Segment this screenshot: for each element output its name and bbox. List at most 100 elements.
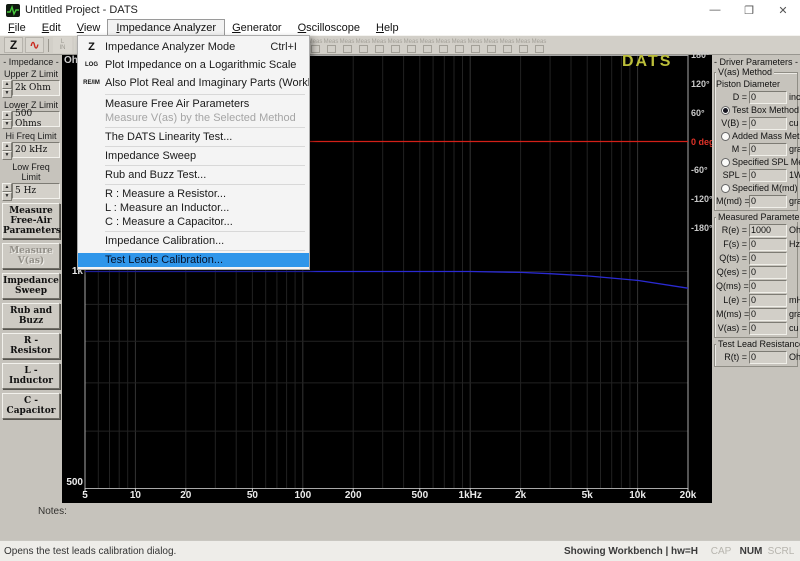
spin-up-icon[interactable]: ▲ xyxy=(2,111,12,120)
meas-button: Meas xyxy=(435,38,451,54)
driver-parameters-header: - Driver Parameters - xyxy=(714,57,798,67)
upper-z-limit-value[interactable]: 2k Ohm xyxy=(12,80,60,96)
x-tick-label: 1kHz xyxy=(459,490,482,501)
radio-icon[interactable] xyxy=(721,184,730,193)
qms-row: Q(ms) = 0 xyxy=(716,279,796,293)
specified-mmd-option[interactable]: Specified M(md) xyxy=(716,182,796,194)
impedance-analyzer-menu: Z Impedance Analyzer Mode Ctrl+I LOG Plo… xyxy=(77,35,310,270)
menu-item-linearity-test[interactable]: The DATS Linearity Test... xyxy=(78,130,309,144)
upper-z-limit-control: Upper Z Limit ▲▼ 2k Ohm xyxy=(2,69,60,96)
minimize-button[interactable]: — xyxy=(698,0,732,20)
spl-field[interactable]: 0 xyxy=(749,169,787,182)
lower-z-limit-control: Lower Z Limit ▲▼ 500 Ohms xyxy=(2,100,60,127)
left-input-button: L IN xyxy=(53,37,72,53)
menu-item-impedance-sweep[interactable]: Impedance Sweep xyxy=(78,149,309,163)
mms-row: M(ms) = 0 grams xyxy=(716,307,796,321)
menu-item-measure-capacitor[interactable]: C : Measure a Capacitor... xyxy=(78,215,309,229)
menu-edit[interactable]: Edit xyxy=(34,20,69,35)
impedance-sweep-button[interactable]: Impedance Sweep xyxy=(2,273,60,299)
menu-view[interactable]: View xyxy=(69,20,109,35)
menu-item-plot-log-scale[interactable]: LOG Plot Impedance on a Logarithmic Scal… xyxy=(78,56,309,74)
vas-field[interactable]: 0 xyxy=(749,322,787,335)
x-tick-label: 10 xyxy=(130,490,141,501)
piston-diameter-field[interactable]: 0 xyxy=(749,91,787,104)
spin-down-icon[interactable]: ▼ xyxy=(2,89,12,98)
qms-field[interactable]: 0 xyxy=(749,280,787,293)
title-bar: Untitled Project - DATS — ❐ ✕ xyxy=(0,0,800,20)
menu-item-measure-resistor[interactable]: R : Measure a Resistor... xyxy=(78,187,309,201)
test-box-method-option[interactable]: Test Box Method xyxy=(716,104,796,116)
radio-icon[interactable] xyxy=(721,158,730,167)
menu-impedance-analyzer[interactable]: Impedance Analyzer xyxy=(108,20,224,35)
menu-file[interactable]: File xyxy=(0,20,34,35)
le-field[interactable]: 0 xyxy=(749,294,787,307)
menu-item-plot-real-imaginary[interactable]: RE/IM Also Plot Real and Imaginary Parts… xyxy=(78,74,309,92)
qts-row: Q(ts) = 0 xyxy=(716,251,796,265)
menu-separator xyxy=(105,127,305,128)
mmd-field[interactable]: 0 xyxy=(749,195,787,208)
resistor-button[interactable]: R - Resistor xyxy=(2,333,60,359)
spin-down-icon[interactable]: ▼ xyxy=(2,151,12,160)
workbench-status: Showing Workbench | hw=H xyxy=(564,546,698,557)
x-tick-label: 100 xyxy=(294,490,311,501)
menu-item-test-leads-calibration[interactable]: Test Leads Calibration... xyxy=(78,253,309,267)
hi-freq-limit-value[interactable]: 20 kHz xyxy=(12,142,60,158)
re-field[interactable]: 1000 xyxy=(749,224,787,237)
spin-up-icon[interactable]: ▲ xyxy=(2,80,12,89)
capacitor-button[interactable]: C - Capacitor xyxy=(2,393,60,419)
fs-field[interactable]: 0 xyxy=(749,238,787,251)
rt-field[interactable]: 0 xyxy=(749,351,787,364)
z-mode-icon: Z xyxy=(78,41,105,53)
spin-down-icon[interactable]: ▼ xyxy=(2,192,12,201)
meas-button: Meas xyxy=(499,38,515,54)
meas-button: Meas xyxy=(387,38,403,54)
radio-icon[interactable] xyxy=(721,106,730,115)
x-tick-label: 10k xyxy=(629,490,646,501)
close-button[interactable]: ✕ xyxy=(766,0,800,20)
driver-parameters-panel: - Driver Parameters - V(as) Method Pisto… xyxy=(712,55,800,540)
spin-up-icon[interactable]: ▲ xyxy=(2,142,12,151)
notes-label: Notes: xyxy=(38,506,67,517)
radio-icon[interactable] xyxy=(721,132,730,141)
added-mass-field[interactable]: 0 xyxy=(749,143,787,156)
qts-field[interactable]: 0 xyxy=(749,252,787,265)
app-window: Untitled Project - DATS — ❐ ✕ File Edit … xyxy=(0,0,800,561)
measure-free-air-button[interactable]: Measure Free-Air Parameters xyxy=(2,203,60,239)
rub-and-buzz-button[interactable]: Rub and Buzz xyxy=(2,303,60,329)
mms-field[interactable]: 0 xyxy=(749,308,787,321)
menu-oscilloscope[interactable]: Oscilloscope xyxy=(290,20,368,35)
spin-up-icon[interactable]: ▲ xyxy=(2,183,12,192)
menu-item-impedance-analyzer-mode[interactable]: Z Impedance Analyzer Mode Ctrl+I xyxy=(78,38,309,56)
menu-separator xyxy=(105,184,305,185)
window-title: Untitled Project - DATS xyxy=(25,4,138,16)
menu-item-measure-inductor[interactable]: L : Measure an Inductor... xyxy=(78,201,309,215)
specified-spl-method-option[interactable]: Specified SPL Method xyxy=(716,156,796,168)
fs-row: F(s) = 0 Hz xyxy=(716,237,796,251)
impedance-mode-button[interactable]: Z xyxy=(4,37,23,53)
low-freq-limit-control: Low Freq Limit ▲▼ 5 Hz xyxy=(2,162,60,199)
menu-item-rub-and-buzz[interactable]: Rub and Buzz Test... xyxy=(78,168,309,182)
menu-help[interactable]: Help xyxy=(368,20,407,35)
x-tick-label: 5 xyxy=(82,490,88,501)
sine-wave-icon: ∿ xyxy=(29,38,39,52)
generator-button[interactable]: ∿ xyxy=(25,37,44,53)
maximize-button[interactable]: ❐ xyxy=(732,0,766,20)
lower-z-limit-value[interactable]: 500 Ohms xyxy=(12,111,60,127)
x-tick-label: 50 xyxy=(247,490,258,501)
menu-item-measure-free-air[interactable]: Measure Free Air Parameters xyxy=(78,97,309,111)
added-mass-method-option[interactable]: Added Mass Method xyxy=(716,130,796,142)
phase-tick-label: 180° xyxy=(691,50,712,60)
meas-button: Meas xyxy=(339,38,355,54)
menu-separator xyxy=(105,146,305,147)
test-box-volume-field[interactable]: 0 xyxy=(749,117,787,130)
menu-item-measure-vas: Measure V(as) by the Selected Method xyxy=(78,111,309,125)
low-freq-limit-value[interactable]: 5 Hz xyxy=(12,183,60,199)
menu-item-impedance-calibration[interactable]: Impedance Calibration... xyxy=(78,234,309,248)
menu-generator[interactable]: Generator xyxy=(224,20,290,35)
test-box-volume-row: V(B) = 0 cu ft xyxy=(716,116,796,130)
meas-button: Meas xyxy=(515,38,531,54)
spin-down-icon[interactable]: ▼ xyxy=(2,120,12,129)
inductor-button[interactable]: L - Inductor xyxy=(2,363,60,389)
y-tick-label: 500 xyxy=(62,477,83,488)
qes-field[interactable]: 0 xyxy=(749,266,787,279)
